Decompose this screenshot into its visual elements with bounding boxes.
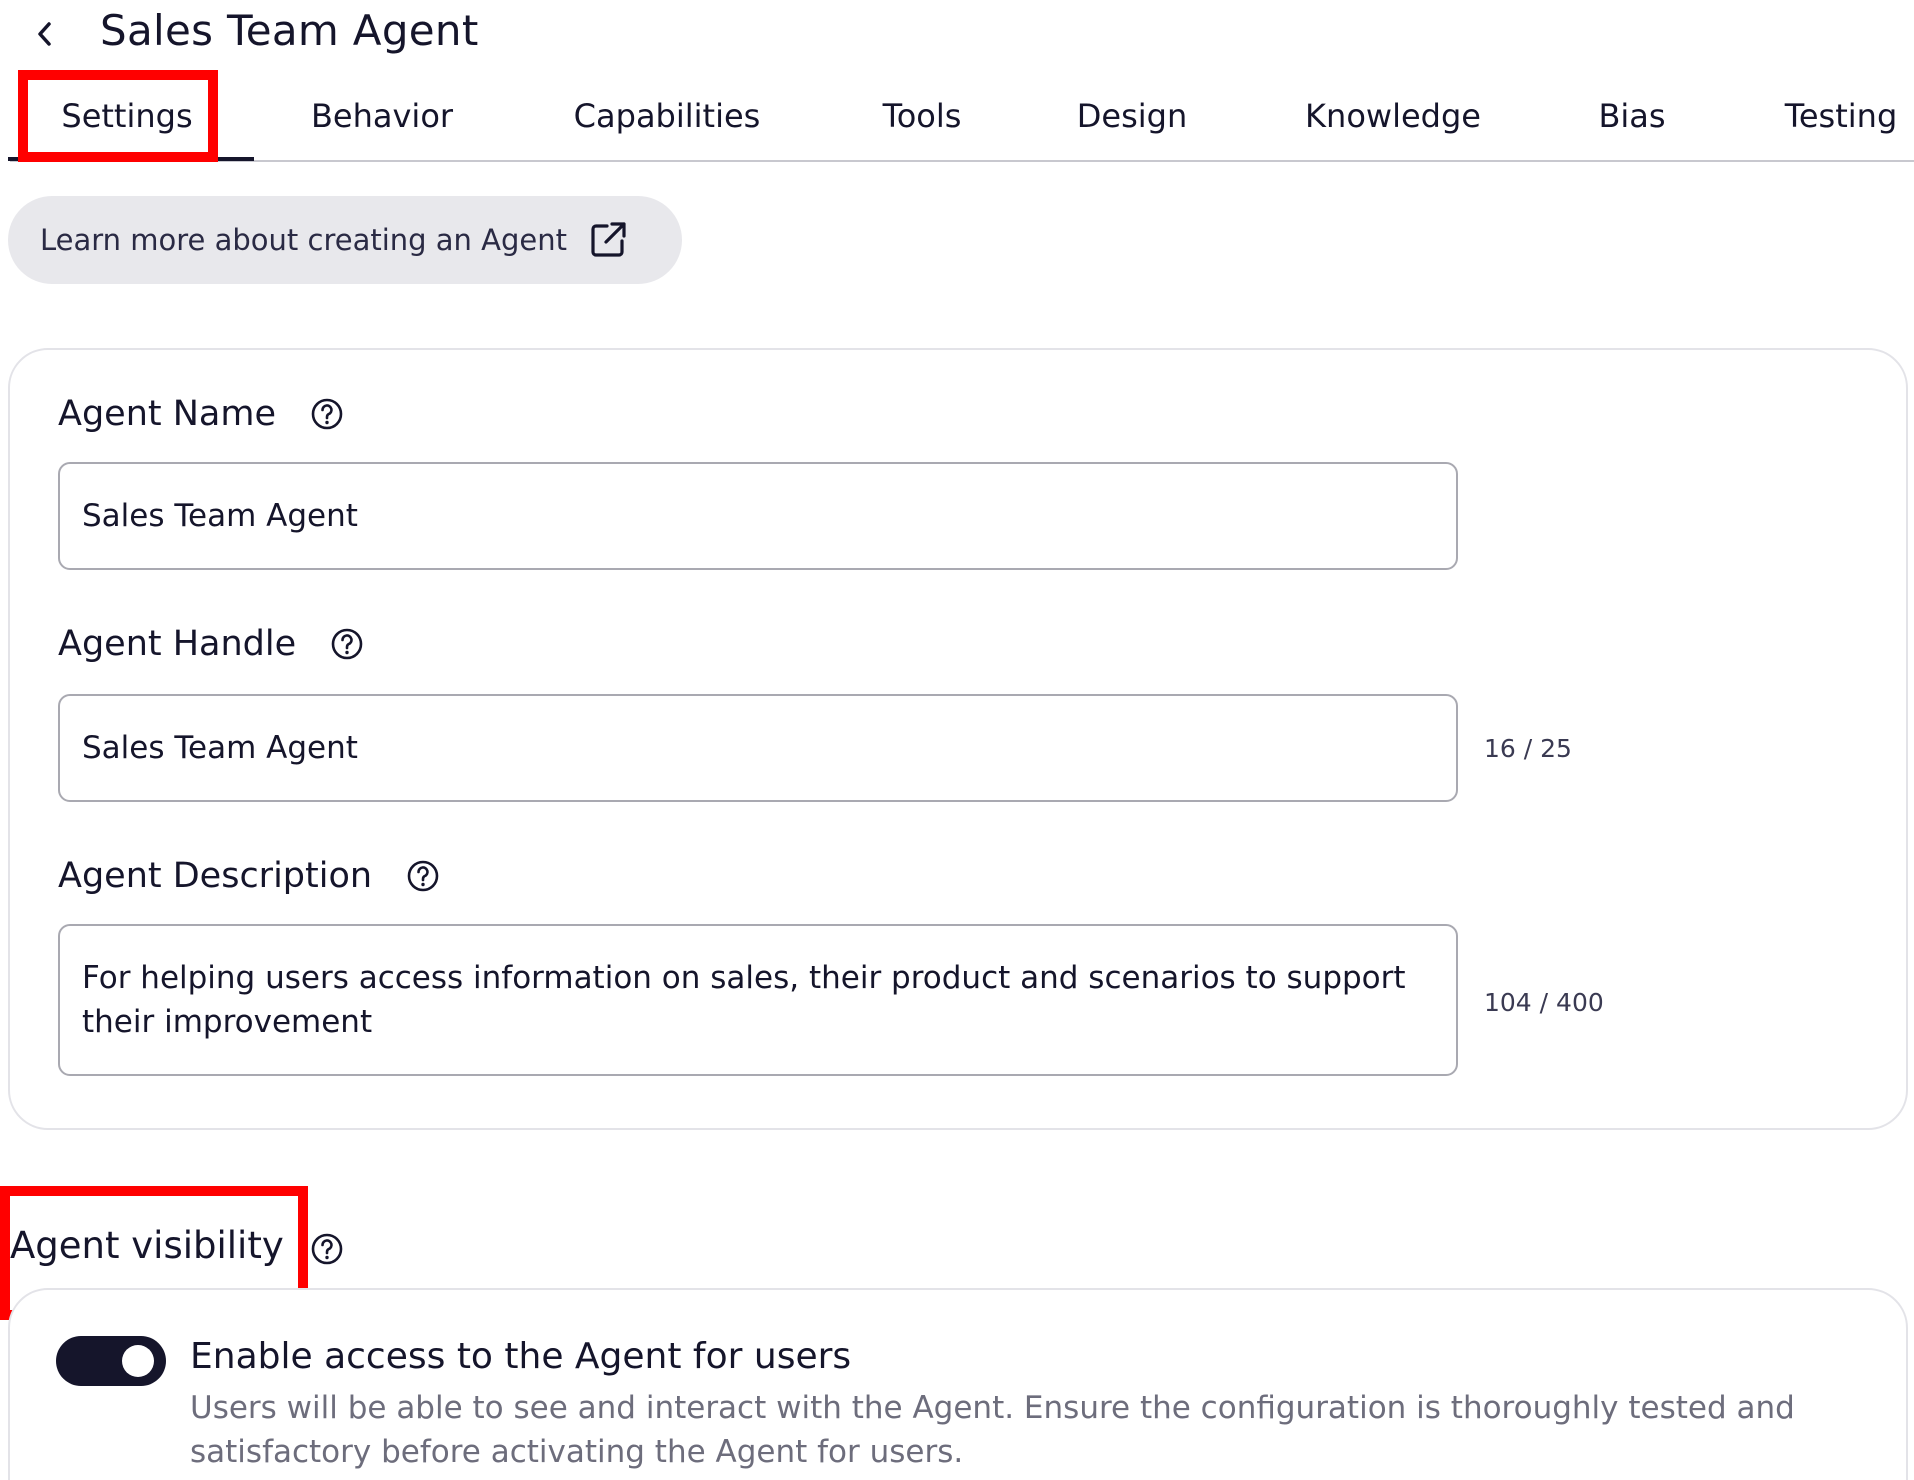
help-icon[interactable] xyxy=(310,1232,344,1270)
description-char-counter: 104 / 400 xyxy=(1484,988,1604,1017)
agent-description-label: Agent Description xyxy=(58,856,440,896)
agent-settings-page: Sales Team Agent Settings Behavior Capab… xyxy=(0,0,1914,1480)
tab-bar: Settings Behavior Capabilities Tools Des… xyxy=(0,70,1914,162)
tab-knowledge[interactable]: Knowledge xyxy=(1294,70,1492,162)
agent-description-textarea[interactable]: For helping users access information on … xyxy=(58,924,1458,1076)
learn-more-label: Learn more about creating an Agent xyxy=(40,223,567,257)
agent-name-label: Agent Name xyxy=(58,394,344,434)
agent-visibility-title: Agent visibility xyxy=(10,1224,284,1267)
agent-name-input[interactable] xyxy=(58,462,1458,570)
tab-design[interactable]: Design xyxy=(1064,70,1200,162)
agent-name-label-text: Agent Name xyxy=(58,394,276,434)
page-title: Sales Team Agent xyxy=(100,6,479,55)
agent-description-label-text: Agent Description xyxy=(58,856,373,896)
settings-card: Agent Name Agent Handle 16 / xyxy=(8,348,1908,1130)
agent-handle-label: Agent Handle xyxy=(58,624,364,664)
active-tab-indicator xyxy=(8,157,254,161)
enable-access-description: Users will be able to see and interact w… xyxy=(190,1390,1795,1470)
enable-access-label: Enable access to the Agent for users xyxy=(190,1336,852,1377)
enable-access-toggle[interactable] xyxy=(56,1336,166,1386)
header: Sales Team Agent xyxy=(0,0,1914,70)
handle-char-counter: 16 / 25 xyxy=(1484,734,1572,763)
tab-settings[interactable]: Settings xyxy=(54,70,200,162)
help-icon[interactable] xyxy=(330,627,364,661)
tab-bias[interactable]: Bias xyxy=(1586,70,1678,162)
external-link-icon xyxy=(589,221,627,259)
chevron-left-icon xyxy=(38,22,51,46)
toggle-knob xyxy=(122,1345,154,1377)
help-icon[interactable] xyxy=(406,859,440,893)
tab-testing[interactable]: Testing xyxy=(1768,70,1914,162)
agent-handle-label-text: Agent Handle xyxy=(58,624,297,664)
tabs-divider xyxy=(10,160,1914,162)
tab-tools[interactable]: Tools xyxy=(870,70,974,162)
tab-behavior[interactable]: Behavior xyxy=(300,70,464,162)
back-button[interactable] xyxy=(28,14,62,54)
help-icon[interactable] xyxy=(310,397,344,431)
learn-more-link[interactable]: Learn more about creating an Agent xyxy=(8,196,682,284)
tab-capabilities[interactable]: Capabilities xyxy=(560,70,774,162)
agent-handle-input[interactable] xyxy=(58,694,1458,802)
